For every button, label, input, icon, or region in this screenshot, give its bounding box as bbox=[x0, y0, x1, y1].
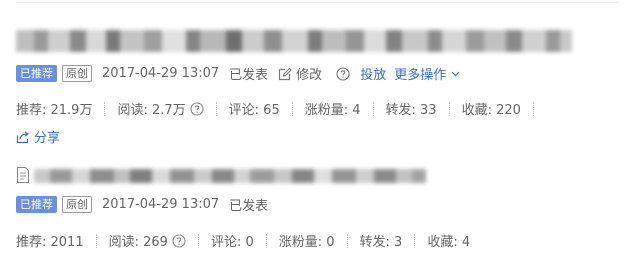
share-label: 分享 bbox=[34, 131, 61, 146]
stat-followers: 涨粉量: 0 bbox=[278, 235, 335, 250]
chevron-down-icon bbox=[451, 71, 460, 76]
article-title-blurred[interactable] bbox=[16, 30, 572, 52]
stat-comment: 评论: 65 bbox=[228, 103, 280, 118]
stat-read-label: 阅读: 269 bbox=[108, 235, 168, 250]
publish-status: 已发表 bbox=[229, 68, 269, 83]
publish-date: 2017-04-29 13:07 bbox=[102, 197, 220, 212]
original-badge: 原创 bbox=[62, 196, 92, 213]
publish-status: 已发表 bbox=[229, 199, 269, 214]
share-icon bbox=[16, 130, 30, 143]
stat-read: 阅读: 269 bbox=[109, 231, 186, 250]
more-actions-label: 更多操作 bbox=[394, 68, 447, 83]
stat-collect: 收藏: 220 bbox=[461, 103, 521, 118]
article-meta: 已推荐 原创 2017-04-29 13:07 已发表 修改 投放 更多操作 bbox=[16, 64, 460, 83]
publish-date: 2017-04-29 13:07 bbox=[102, 66, 220, 81]
divider bbox=[16, 2, 619, 3]
recommended-badge: 已推荐 bbox=[16, 196, 57, 213]
divider bbox=[414, 233, 416, 248]
divider bbox=[197, 233, 199, 248]
divider bbox=[95, 233, 97, 248]
divider bbox=[346, 233, 348, 248]
document-icon bbox=[16, 166, 30, 184]
original-badge: 原创 bbox=[62, 65, 92, 82]
stat-recommend: 推荐: 21.9万 bbox=[16, 103, 93, 118]
help-circle-icon[interactable] bbox=[172, 233, 186, 248]
stat-forward: 转发: 3 bbox=[359, 235, 403, 250]
stat-read: 阅读: 2.7万 bbox=[117, 99, 204, 118]
edit-icon bbox=[279, 67, 292, 80]
stat-collect: 收藏: 4 bbox=[427, 235, 471, 250]
help-circle-icon[interactable] bbox=[190, 101, 204, 116]
promote-link[interactable]: 投放 bbox=[360, 64, 386, 83]
stat-forward: 转发: 33 bbox=[385, 103, 437, 118]
divider bbox=[291, 101, 293, 116]
help-button[interactable] bbox=[336, 66, 350, 81]
article-title-blurred[interactable] bbox=[34, 169, 426, 183]
divider bbox=[532, 101, 534, 116]
divider bbox=[372, 101, 374, 116]
divider bbox=[265, 233, 267, 248]
stat-recommend: 推荐: 2011 bbox=[16, 235, 84, 250]
article-list: 已推荐 原创 2017-04-29 13:07 已发表 修改 投放 更多操作 推… bbox=[0, 0, 635, 267]
edit-label: 修改 bbox=[296, 68, 323, 83]
article-meta: 已推荐 原创 2017-04-29 13:07 已发表 bbox=[16, 195, 268, 214]
article-stats: 推荐: 2011 阅读: 269 评论: 0 涨粉量: 0 转发: 3 收藏: … bbox=[16, 231, 470, 250]
stat-comment: 评论: 0 bbox=[210, 235, 254, 250]
divider bbox=[215, 101, 217, 116]
help-circle-icon bbox=[336, 66, 350, 81]
divider bbox=[104, 101, 106, 116]
recommended-badge: 已推荐 bbox=[16, 65, 57, 82]
divider bbox=[448, 101, 450, 116]
more-actions-dropdown[interactable]: 更多操作 bbox=[394, 64, 460, 83]
article-stats: 推荐: 21.9万 阅读: 2.7万 评论: 65 涨粉量: 4 转发: 33 … bbox=[16, 99, 546, 118]
edit-button[interactable]: 修改 bbox=[278, 64, 322, 83]
share-button[interactable]: 分享 bbox=[16, 127, 60, 146]
stat-read-label: 阅读: 2.7万 bbox=[117, 103, 186, 118]
stat-followers: 涨粉量: 4 bbox=[304, 103, 361, 118]
